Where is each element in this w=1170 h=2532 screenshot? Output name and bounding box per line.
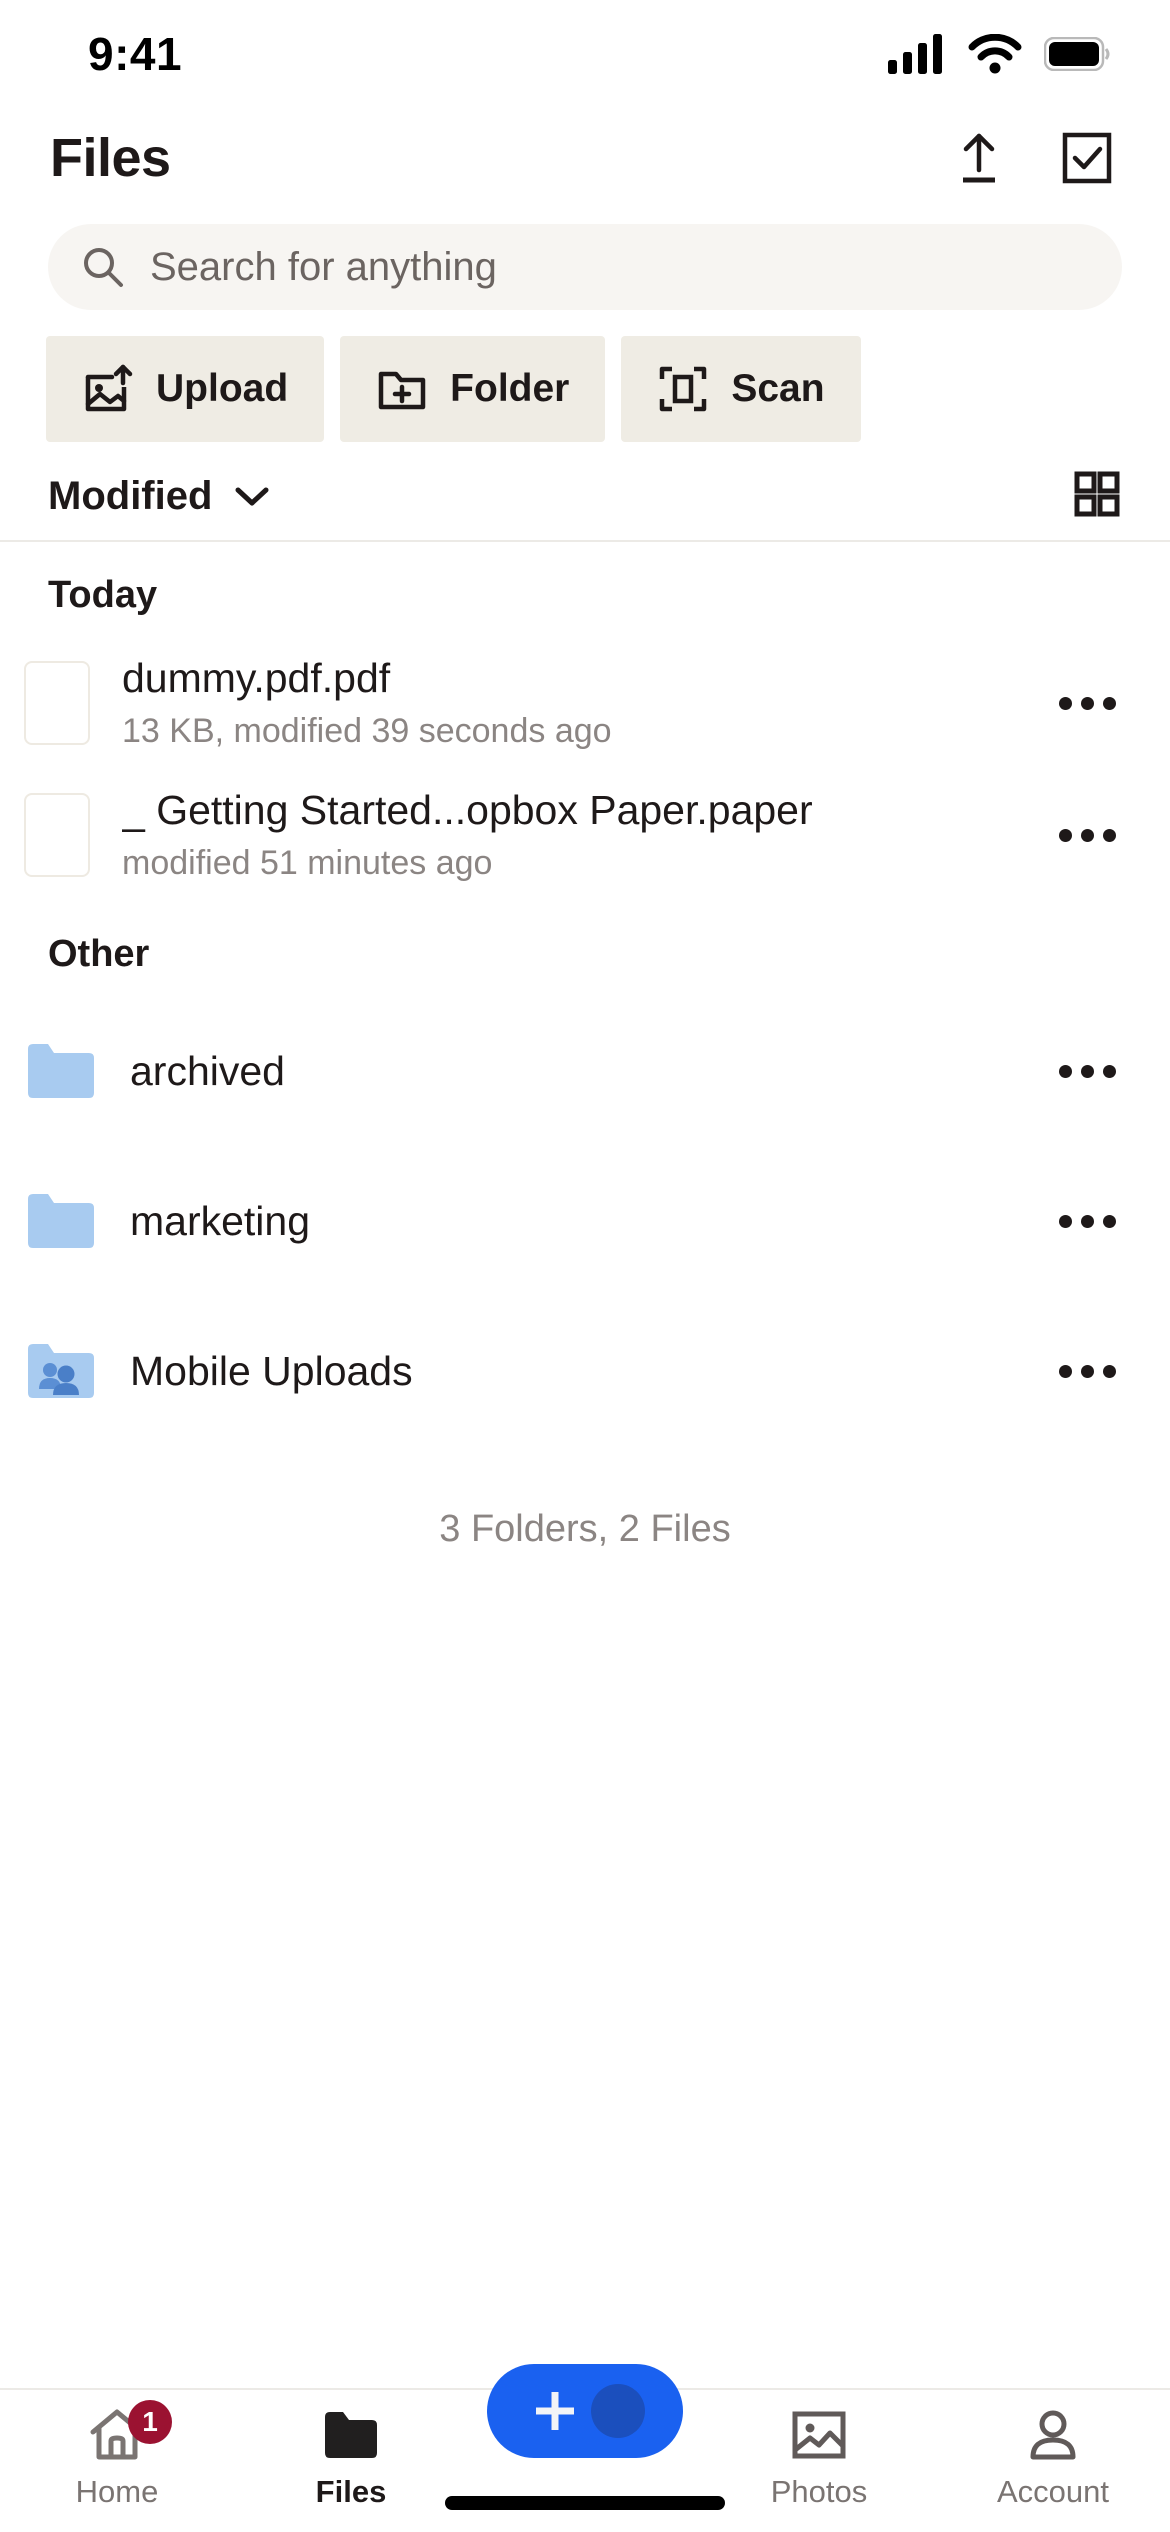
folder-name: archived (130, 1047, 285, 1094)
home-badge: 1 (128, 2400, 172, 2444)
folder-plus-icon (378, 371, 426, 410)
search-placeholder: Search for anything (150, 244, 497, 289)
folder-filled-icon (325, 2412, 377, 2458)
folder-name: Mobile Uploads (130, 1347, 413, 1394)
tab-home[interactable]: 1 Home (0, 2390, 234, 2510)
tab-account[interactable]: Account (936, 2390, 1170, 2510)
sort-label: Modified (48, 473, 213, 518)
search-row: Search for anything (0, 208, 1170, 326)
scan-chip[interactable]: Scan (621, 336, 861, 442)
row-text: Mobile Uploads (98, 1348, 1052, 1395)
cellular-signal-icon (888, 34, 942, 74)
folder-icon (26, 1191, 98, 1251)
home-indicator (445, 2496, 725, 2510)
tab-files-label: Files (315, 2474, 387, 2509)
upload-arrow-icon (963, 133, 995, 183)
create-button[interactable] (487, 2364, 683, 2458)
section-header-today: Today (48, 574, 158, 616)
search-input[interactable]: Search for anything (48, 224, 1122, 310)
row-text: dummy.pdf.pdf 13 KB, modified 39 seconds… (90, 654, 1052, 751)
tab-files-icon-wrap (322, 2406, 380, 2464)
grid-view-toggle[interactable] (1072, 469, 1122, 524)
tab-photos-label: Photos (770, 2474, 868, 2509)
scan-chip-label: Scan (731, 367, 825, 410)
photos-icon (792, 2411, 846, 2459)
page-title: Files (50, 128, 171, 188)
row-text: archived (98, 1048, 1052, 1095)
sort-bar: Modified (0, 452, 1170, 542)
folder-chip-label: Folder (450, 367, 570, 410)
file-name: dummy.pdf.pdf (122, 655, 391, 702)
table-row[interactable]: archived (0, 996, 1170, 1146)
battery-icon (1044, 37, 1110, 71)
overflow-menu-icon[interactable] (1052, 668, 1122, 738)
select-button[interactable] (1056, 127, 1118, 189)
folder-name: marketing (130, 1197, 311, 1244)
file-thumbnail (24, 661, 90, 745)
grid-view-icon (1074, 471, 1120, 516)
status-time: 9:41 (88, 28, 183, 80)
status-bar: 9:41 (0, 0, 1170, 108)
item-count-summary: 3 Folders, 2 Files (439, 1508, 731, 1550)
bottom-tab-bar: 1 Home Files Photos Account (0, 2364, 1170, 2532)
upload-chip-label: Upload (156, 367, 289, 410)
header-actions (948, 127, 1118, 189)
sort-dropdown[interactable]: Modified (48, 474, 272, 519)
plus-icon (536, 2392, 574, 2430)
tab-photos[interactable]: Photos (702, 2390, 936, 2510)
quick-action-row: Upload Folder Scan (0, 326, 1170, 452)
file-meta: modified 51 minutes ago (122, 843, 493, 882)
tab-home-label: Home (75, 2474, 159, 2509)
shared-folder-icon (26, 1341, 98, 1401)
section-header-other: Other (48, 933, 150, 975)
file-list: Today dummy.pdf.pdf 13 KB, modified 39 s… (0, 542, 1170, 2388)
tab-home-icon-wrap: 1 (88, 2400, 172, 2464)
wifi-icon (968, 34, 1022, 74)
file-thumbnail (24, 793, 90, 877)
image-upload-icon (85, 364, 133, 412)
table-row[interactable]: marketing (0, 1146, 1170, 1296)
phone-screen: 9:41 Files Search for anything Upload Fo… (0, 0, 1170, 2532)
overflow-menu-icon[interactable] (1052, 800, 1122, 870)
overflow-menu-icon[interactable] (1052, 1186, 1122, 1256)
page-header: Files (0, 108, 1170, 208)
file-name: _ Getting Started...opbox Paper.paper (122, 787, 813, 834)
person-icon (1030, 2410, 1076, 2460)
status-icon-group (888, 34, 1110, 74)
overflow-menu-icon[interactable] (1052, 1336, 1122, 1406)
tab-photos-icon-wrap (790, 2406, 848, 2464)
fab-accent-dot (591, 2384, 645, 2438)
search-icon (84, 248, 123, 287)
checkbox-check-icon (1062, 132, 1112, 184)
document-scan-icon (660, 366, 707, 412)
folder-chip[interactable]: Folder (340, 336, 606, 442)
tab-files[interactable]: Files (234, 2390, 468, 2510)
table-row[interactable]: _ Getting Started...opbox Paper.paper mo… (0, 769, 1170, 901)
row-text: _ Getting Started...opbox Paper.paper mo… (90, 786, 1052, 883)
table-row[interactable]: dummy.pdf.pdf 13 KB, modified 39 seconds… (0, 637, 1170, 769)
tab-account-icon-wrap (1024, 2406, 1082, 2464)
row-text: marketing (98, 1198, 1052, 1245)
file-meta: 13 KB, modified 39 seconds ago (122, 711, 612, 750)
overflow-menu-icon[interactable] (1052, 1036, 1122, 1106)
tab-account-label: Account (996, 2474, 1109, 2509)
folder-icon (26, 1041, 98, 1101)
upload-button[interactable] (948, 127, 1010, 189)
upload-chip[interactable]: Upload (46, 336, 325, 442)
chevron-down-icon (235, 487, 269, 506)
table-row[interactable]: Mobile Uploads (0, 1296, 1170, 1446)
